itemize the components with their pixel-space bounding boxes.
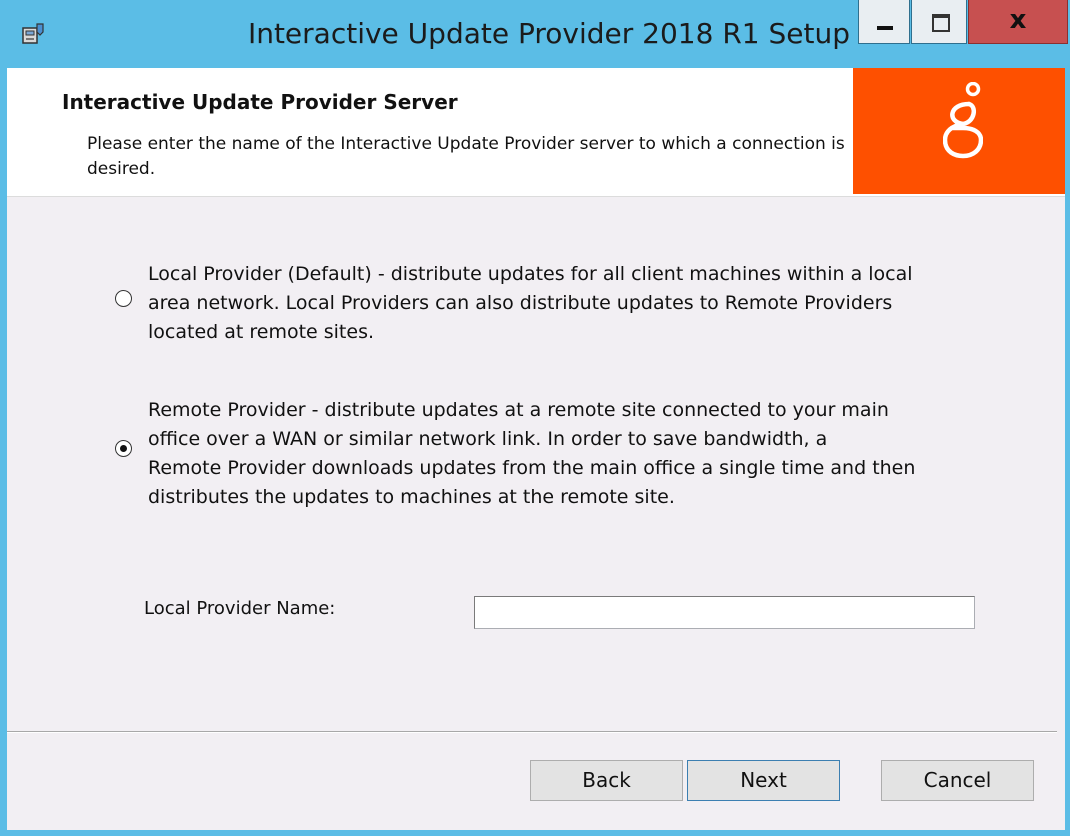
footer-divider-highlight (7, 732, 1057, 733)
remote-provider-radio[interactable] (115, 440, 132, 457)
close-icon: x (1009, 5, 1027, 35)
dialog-content: Interactive Update Provider Server Pleas… (7, 68, 1065, 830)
local-provider-name-label: Local Provider Name: (144, 598, 336, 619)
local-provider-label[interactable]: Local Provider (Default) - distribute up… (148, 260, 988, 347)
setup-window: Interactive Update Provider 2018 R1 Setu… (0, 0, 1070, 836)
maximize-button[interactable] (911, 0, 967, 44)
window-title: Interactive Update Provider 2018 R1 Setu… (247, 17, 850, 50)
minimize-button[interactable] (858, 0, 910, 44)
maximize-icon (932, 14, 950, 32)
page-description: Please enter the name of the Interactive… (87, 134, 845, 179)
header-banner: Interactive Update Provider Server Pleas… (7, 68, 1065, 197)
next-button[interactable]: Next (687, 760, 840, 801)
back-button[interactable]: Back (530, 760, 683, 801)
local-provider-name-input[interactable] (474, 596, 975, 629)
close-button[interactable]: x (968, 0, 1068, 44)
remote-provider-label[interactable]: Remote Provider - distribute updates at … (148, 396, 988, 512)
page-title: Interactive Update Provider Server (62, 90, 458, 114)
cancel-button[interactable]: Cancel (881, 760, 1034, 801)
minimize-icon (877, 26, 893, 30)
local-provider-radio[interactable] (115, 290, 132, 307)
selected-dot (119, 444, 127, 452)
title-bar[interactable]: Interactive Update Provider 2018 R1 Setu… (0, 0, 1070, 66)
genesys-logo-icon (943, 82, 983, 159)
brand-logo (853, 68, 1065, 194)
